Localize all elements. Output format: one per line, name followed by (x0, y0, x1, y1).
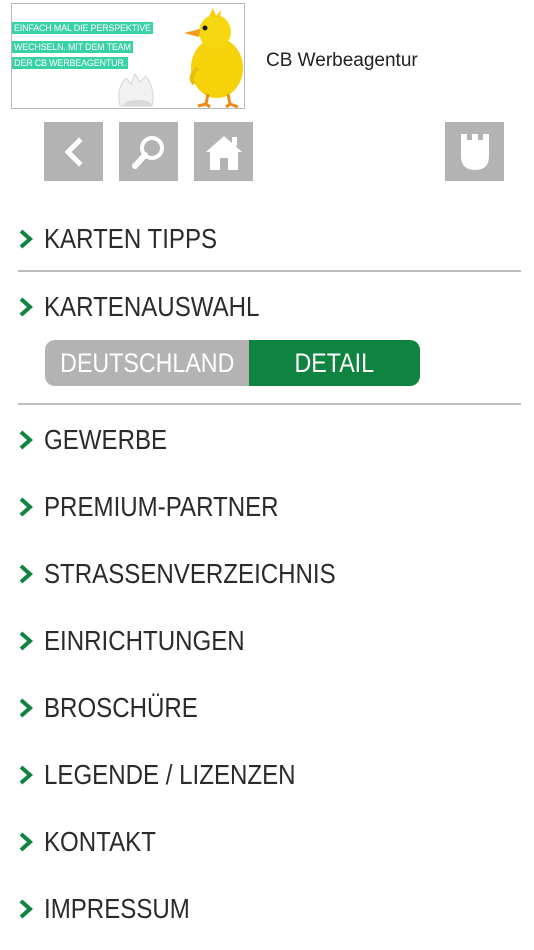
header: EINFACH MAL DIE PERSPEKTIVE WECHSELN. MI… (0, 0, 534, 115)
chevron-left-icon (63, 136, 83, 167)
toggle-label: DEUTSCHLAND (59, 347, 235, 378)
chevron-right-icon (19, 899, 34, 919)
menu-item-label: LEGENDE / LIZENZEN (44, 759, 296, 790)
menu-item-gewerbe[interactable]: GEWERBE (18, 420, 187, 460)
divider (18, 270, 521, 272)
chick-illustration (118, 8, 243, 108)
home-icon (205, 135, 242, 170)
menu-item-broschuere[interactable]: BROSCHÜRE (18, 688, 223, 728)
menu-item-kartenauswahl[interactable]: KARTENAUSWAHL (18, 287, 295, 327)
menu-item-label: KARTEN TIPPS (44, 223, 218, 254)
menu-item-label: PREMIUM-PARTNER (44, 491, 279, 522)
ad-banner[interactable]: EINFACH MAL DIE PERSPEKTIVE WECHSELN. MI… (11, 3, 245, 109)
brand-name: CB Werbeagentur (266, 50, 418, 71)
menu-item-impressum[interactable]: IMPRESSUM (18, 889, 214, 929)
chevron-right-icon (19, 564, 34, 584)
home-button[interactable] (194, 122, 253, 181)
menu-item-einrichtungen[interactable]: EINRICHTUNGEN (18, 621, 277, 661)
chevron-right-icon (19, 631, 34, 651)
menu-item-label: IMPRESSUM (44, 893, 190, 924)
pocket-button[interactable] (445, 122, 504, 181)
toggle-deutschland[interactable]: DEUTSCHLAND (45, 340, 249, 386)
map-toggle: DEUTSCHLAND DETAIL (45, 340, 420, 386)
menu-item-premium-partner[interactable]: PREMIUM-PARTNER (18, 487, 317, 527)
menu-item-label: KONTAKT (44, 826, 156, 857)
menu-item-strassenverzeichnis[interactable]: STRASSENVERZEICHNIS (18, 554, 383, 594)
chevron-right-icon (19, 229, 34, 249)
menu-item-label: BROSCHÜRE (44, 692, 198, 723)
chevron-right-icon (19, 765, 34, 785)
chevron-right-icon (19, 297, 34, 317)
menu-item-karten-tipps[interactable]: KARTEN TIPPS (18, 219, 245, 259)
menu-item-label: KARTENAUSWAHL (44, 291, 260, 322)
menu-item-kontakt[interactable]: KONTAKT (18, 822, 174, 862)
menu-item-label: EINRICHTUNGEN (44, 625, 245, 656)
search-icon (131, 135, 164, 169)
menu-item-label: STRASSENVERZEICHNIS (44, 558, 336, 589)
menu-item-legende-lizenzen[interactable]: LEGENDE / LIZENZEN (18, 755, 337, 795)
search-button[interactable] (119, 122, 178, 181)
chevron-right-icon (19, 698, 34, 718)
divider (18, 403, 521, 405)
toggle-label: DETAIL (294, 347, 375, 378)
chevron-right-icon (19, 832, 34, 852)
chevron-right-icon (19, 497, 34, 517)
menu-item-label: GEWERBE (44, 424, 168, 455)
toggle-detail[interactable]: DETAIL (249, 340, 420, 386)
pocket-icon (460, 133, 489, 170)
chevron-right-icon (19, 430, 34, 450)
back-button[interactable] (44, 122, 103, 181)
